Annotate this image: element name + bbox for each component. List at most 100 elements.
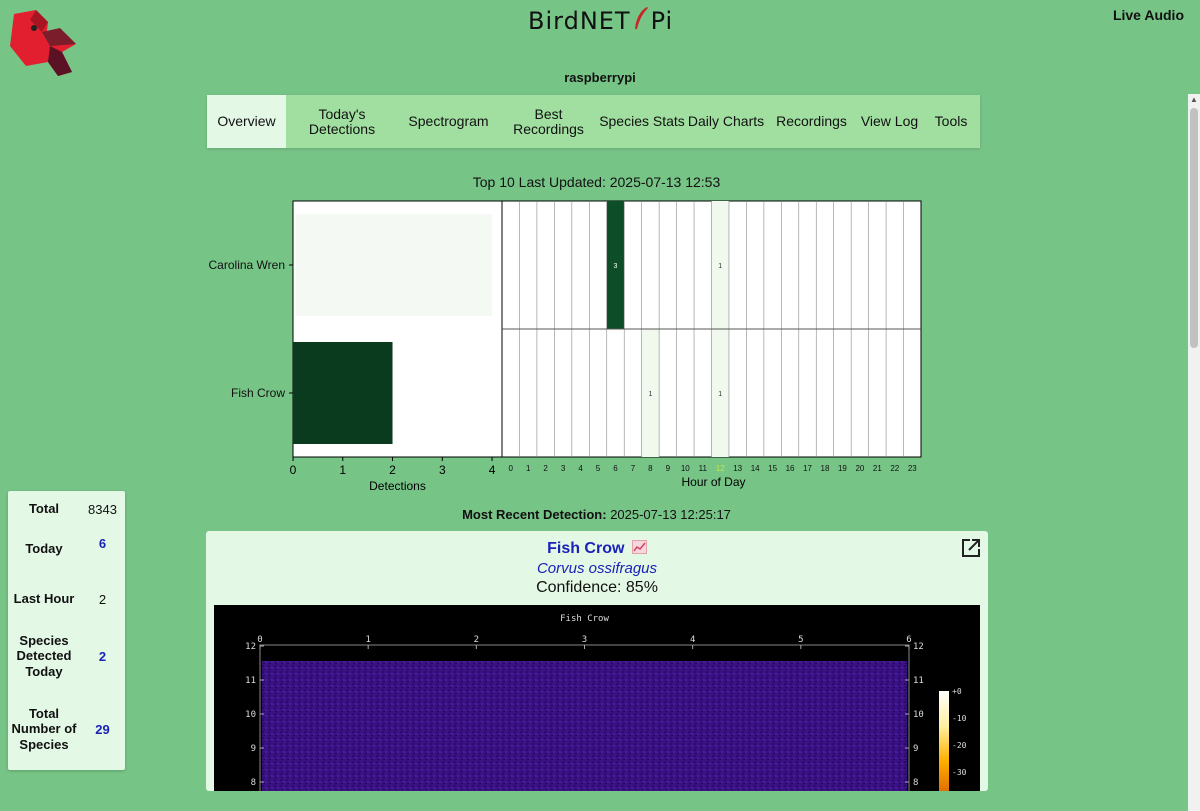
top10-chart: Carolina WrenFish Crow0 1 2 3 4Detections3 11… (209, 200, 922, 493)
stat-today: Today 6 (8, 535, 125, 563)
species-common-name-row: Fish Crow (206, 540, 988, 558)
db-tick-label: -20 (952, 741, 967, 750)
freq-tick-label-left: 8 (251, 778, 256, 788)
db-tick-label: +0 (952, 687, 962, 696)
hour-label: 2 (543, 464, 548, 473)
nav-best-recordings[interactable]: Best Recordings (499, 95, 598, 148)
stat-value-link[interactable]: 29 (80, 722, 125, 737)
hour-label: 10 (681, 464, 690, 473)
hour-label: 23 (908, 464, 917, 473)
freq-tick-label-left: 9 (251, 744, 256, 754)
time-tick-label: 6 (906, 635, 911, 645)
db-tick-label: -30 (952, 768, 967, 777)
stat-value: 2 (98, 591, 107, 607)
species-scientific-name[interactable]: Corvus ossifragus (206, 560, 988, 577)
top10-title: Top 10 Last Updated: 2025-07-13 12:53 (472, 174, 721, 190)
hour-label: 7 (631, 464, 636, 473)
hour-label: 14 (751, 464, 760, 473)
hour-label: 8 (648, 464, 653, 473)
stat-label: Total (28, 501, 60, 517)
detection-card: Fish Crow Corvus ossifragus Confidence: … (206, 531, 988, 791)
nav-todays-detections[interactable]: Today's Detections (286, 95, 398, 148)
x-tick-label: 3 (439, 463, 446, 477)
recent-label: Most Recent Detection: (462, 507, 607, 522)
main-navbar: Overview Today's Detections Spectrogram … (207, 95, 980, 148)
brand-right: Pi (650, 7, 674, 35)
nav-overview[interactable]: Overview (207, 95, 286, 148)
hour-label: 4 (578, 464, 583, 473)
nav-tools[interactable]: Tools (922, 95, 980, 148)
hour-label: 12 (716, 464, 725, 473)
hour-label: 21 (873, 464, 882, 473)
freq-tick-label-left: 10 (245, 710, 256, 720)
x-axis-label: Detections (369, 479, 426, 493)
hour-label: 1 (526, 464, 531, 473)
live-audio-button[interactable]: Live Audio (1113, 7, 1184, 23)
birdnet-logo[interactable] (6, 6, 80, 78)
nav-species-stats[interactable]: Species Stats (598, 95, 686, 148)
scroll-up-arrow-icon[interactable]: ▲ (1188, 94, 1200, 106)
stat-total-species: Total Number of Species 29 (8, 698, 125, 760)
hour-label: 18 (821, 464, 830, 473)
open-external-icon[interactable] (959, 536, 983, 560)
freq-tick-label-right: 9 (913, 744, 918, 754)
scroll-thumb[interactable] (1190, 108, 1198, 348)
nav-daily-charts[interactable]: Daily Charts (686, 95, 766, 148)
time-tick-label: 2 (474, 635, 479, 645)
detection-bar[interactable] (293, 342, 393, 444)
stats-panel: Total 8343 Today 6 Last Hour 2 Species D… (8, 491, 125, 770)
stat-total: Total 8343 (8, 500, 125, 518)
time-tick-label: 0 (257, 635, 262, 645)
hour-label: 6 (613, 464, 618, 473)
spectrogram-heat (262, 661, 907, 791)
hostname: raspberrypi (564, 70, 636, 85)
hour-label: 17 (803, 464, 812, 473)
hour-label: 5 (596, 464, 601, 473)
stat-label: Today (25, 541, 63, 557)
hour-label: 11 (699, 464, 708, 473)
stat-label: Last Hour (13, 591, 75, 607)
stat-value-link[interactable]: 2 (80, 649, 125, 664)
freq-tick-label-left: 11 (245, 676, 256, 686)
feather-icon (633, 6, 649, 36)
x-tick-label: 2 (389, 463, 396, 477)
hour-label: 15 (768, 464, 777, 473)
brand-title[interactable]: BirdNET Pi (528, 6, 673, 36)
time-tick-label: 3 (582, 635, 587, 645)
freq-tick-label-left: 12 (245, 642, 256, 652)
hour-label: 19 (838, 464, 847, 473)
hour-cell-count: 1 (718, 263, 722, 270)
time-tick-label: 5 (798, 635, 803, 645)
freq-tick-label-right: 8 (913, 778, 918, 788)
hour-label: 16 (786, 464, 795, 473)
stat-label: Total Number of Species (11, 705, 77, 752)
hour-axis-label: Hour of Day (681, 475, 745, 489)
time-tick-label: 4 (690, 635, 695, 645)
db-colorbar (939, 691, 949, 791)
recent-time: 2025-07-13 12:25:17 (610, 507, 731, 522)
freq-tick-label-right: 11 (913, 676, 924, 686)
detection-bar[interactable] (296, 214, 493, 316)
hour-label: 22 (890, 464, 899, 473)
hour-cell-count: 1 (718, 391, 722, 398)
species-label: Fish Crow (231, 386, 285, 400)
stat-value: 8343 (88, 501, 117, 517)
brand-left: BirdNET (528, 7, 631, 35)
nav-recordings[interactable]: Recordings (766, 95, 857, 148)
hour-label: 20 (855, 464, 864, 473)
stat-value-link[interactable]: 6 (80, 536, 125, 551)
nav-spectrogram[interactable]: Spectrogram (398, 95, 499, 148)
chart-icon[interactable] (631, 540, 647, 554)
hour-label: 3 (561, 464, 566, 473)
species-label: Carolina Wren (209, 258, 285, 272)
hour-cell-count: 1 (648, 391, 652, 398)
stat-last-hour: Last Hour 2 (8, 582, 125, 616)
page-scrollbar[interactable]: ▲ (1188, 94, 1200, 811)
time-tick-label: 1 (365, 635, 370, 645)
nav-view-log[interactable]: View Log (857, 95, 922, 148)
spectrogram-image[interactable]: Fish Crow 0 1 2 3 4 5 6 12 12 11 11 10 10 9 9 8 8 +0 -10 -20… (214, 605, 980, 791)
most-recent-detection: Most Recent Detection: 2025-07-13 12:25:… (0, 507, 1193, 522)
x-tick-label: 4 (489, 463, 496, 477)
spectrogram-title: Fish Crow (560, 614, 609, 624)
species-common-name[interactable]: Fish Crow (547, 540, 624, 557)
